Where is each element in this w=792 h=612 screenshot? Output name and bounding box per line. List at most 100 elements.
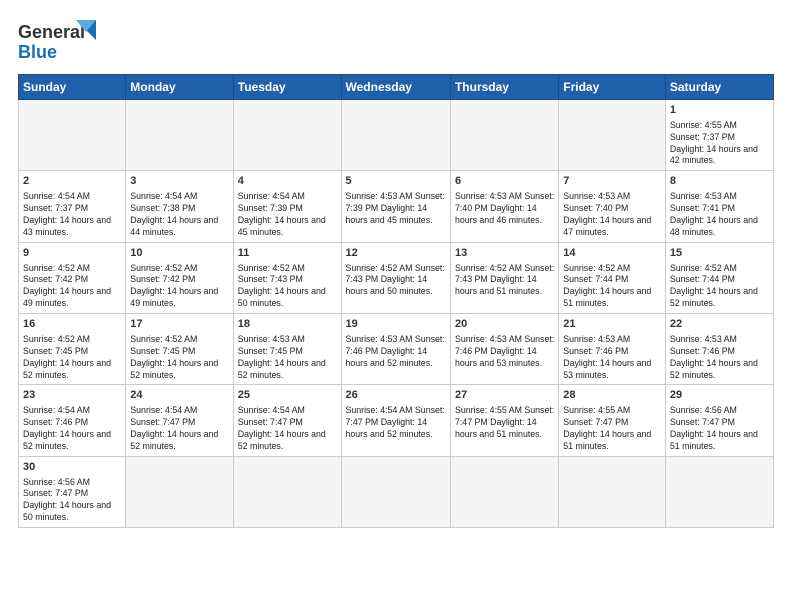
calendar-day-19: 19 Sunrise: 4:53 AM Sunset: 7:46 PM Dayli… xyxy=(341,314,450,385)
calendar-day-24: 24 Sunrise: 4:54 AM Sunset: 7:47 PM Dayli… xyxy=(126,385,233,456)
calendar-week-row: 23 Sunrise: 4:54 AM Sunset: 7:46 PM Dayli… xyxy=(19,385,774,456)
day-info: Sunrise: 4:52 AM Sunset: 7:42 PM Dayligh… xyxy=(130,263,228,311)
day-info: Sunrise: 4:52 AM Sunset: 7:45 PM Dayligh… xyxy=(130,334,228,382)
day-number: 9 xyxy=(23,246,121,261)
day-info: Sunrise: 4:54 AM Sunset: 7:39 PM Dayligh… xyxy=(238,191,337,239)
day-number: 16 xyxy=(23,317,121,332)
calendar-day-9: 9 Sunrise: 4:52 AM Sunset: 7:42 PM Daylig… xyxy=(19,242,126,313)
weekday-header-saturday: Saturday xyxy=(665,75,773,100)
day-number: 1 xyxy=(670,103,769,118)
calendar-week-row: 9 Sunrise: 4:52 AM Sunset: 7:42 PM Daylig… xyxy=(19,242,774,313)
day-number: 12 xyxy=(346,246,446,261)
day-info: Sunrise: 4:52 AM Sunset: 7:43 PM Dayligh… xyxy=(238,263,337,311)
day-info: Sunrise: 4:56 AM Sunset: 7:47 PM Dayligh… xyxy=(670,405,769,453)
day-info: Sunrise: 4:55 AM Sunset: 7:47 PM Dayligh… xyxy=(455,405,554,441)
calendar-day-8: 8Sunrise: 4:53 AM Sunset: 7:41 PM Daylig… xyxy=(665,171,773,242)
day-info: Sunrise: 4:53 AM Sunset: 7:41 PM Dayligh… xyxy=(670,191,769,239)
day-number: 15 xyxy=(670,246,769,261)
day-number: 2 xyxy=(23,174,121,189)
calendar-day-empty xyxy=(126,456,233,527)
calendar-day-1: 1 Sunrise: 4:55 AM Sunset: 7:37 PM Daylig… xyxy=(665,100,773,171)
day-number: 29 xyxy=(670,388,769,403)
day-number: 28 xyxy=(563,388,661,403)
day-number: 24 xyxy=(130,388,228,403)
calendar-day-4: 4 Sunrise: 4:54 AM Sunset: 7:39 PM Daylig… xyxy=(233,171,341,242)
calendar-day-17: 17 Sunrise: 4:52 AM Sunset: 7:45 PM Dayli… xyxy=(126,314,233,385)
day-info: Sunrise: 4:54 AM Sunset: 7:47 PM Dayligh… xyxy=(346,405,446,441)
day-number: 20 xyxy=(455,317,554,332)
calendar-day-13: 13Sunrise: 4:52 AM Sunset: 7:43 PM Dayli… xyxy=(450,242,558,313)
weekday-header-friday: Friday xyxy=(559,75,666,100)
calendar-day-empty xyxy=(450,456,558,527)
calendar-day-empty xyxy=(126,100,233,171)
calendar-week-row: 16 Sunrise: 4:52 AM Sunset: 7:45 PM Dayli… xyxy=(19,314,774,385)
calendar-day-empty xyxy=(450,100,558,171)
day-info: Sunrise: 4:54 AM Sunset: 7:46 PM Dayligh… xyxy=(23,405,121,453)
day-info: Sunrise: 4:54 AM Sunset: 7:47 PM Dayligh… xyxy=(130,405,228,453)
calendar-day-empty xyxy=(341,456,450,527)
day-info: Sunrise: 4:56 AM Sunset: 7:47 PM Dayligh… xyxy=(23,477,121,525)
weekday-header-row: SundayMondayTuesdayWednesdayThursdayFrid… xyxy=(19,75,774,100)
day-info: Sunrise: 4:53 AM Sunset: 7:46 PM Dayligh… xyxy=(455,334,554,370)
calendar-day-empty xyxy=(559,456,666,527)
calendar-day-5: 5Sunrise: 4:53 AM Sunset: 7:39 PM Daylig… xyxy=(341,171,450,242)
page: GeneralBlue SundayMondayTuesdayWednesday… xyxy=(0,0,792,612)
svg-text:General: General xyxy=(18,22,85,42)
calendar-day-empty xyxy=(665,456,773,527)
day-info: Sunrise: 4:53 AM Sunset: 7:40 PM Dayligh… xyxy=(455,191,554,227)
day-info: Sunrise: 4:55 AM Sunset: 7:47 PM Dayligh… xyxy=(563,405,661,453)
day-number: 19 xyxy=(346,317,446,332)
calendar-week-row: 1 Sunrise: 4:55 AM Sunset: 7:37 PM Daylig… xyxy=(19,100,774,171)
day-info: Sunrise: 4:53 AM Sunset: 7:46 PM Dayligh… xyxy=(346,334,446,370)
weekday-header-wednesday: Wednesday xyxy=(341,75,450,100)
day-number: 23 xyxy=(23,388,121,403)
day-info: Sunrise: 4:54 AM Sunset: 7:47 PM Dayligh… xyxy=(238,405,337,453)
calendar-day-empty xyxy=(233,456,341,527)
calendar-week-row: 30Sunrise: 4:56 AM Sunset: 7:47 PM Dayli… xyxy=(19,456,774,527)
calendar-day-6: 6 Sunrise: 4:53 AM Sunset: 7:40 PM Daylig… xyxy=(450,171,558,242)
day-number: 18 xyxy=(238,317,337,332)
day-info: Sunrise: 4:52 AM Sunset: 7:42 PM Dayligh… xyxy=(23,263,121,311)
weekday-header-monday: Monday xyxy=(126,75,233,100)
day-info: Sunrise: 4:52 AM Sunset: 7:43 PM Dayligh… xyxy=(455,263,554,299)
calendar-day-11: 11Sunrise: 4:52 AM Sunset: 7:43 PM Dayli… xyxy=(233,242,341,313)
calendar-day-20: 20 Sunrise: 4:53 AM Sunset: 7:46 PM Dayli… xyxy=(450,314,558,385)
header: GeneralBlue xyxy=(18,18,774,62)
day-info: Sunrise: 4:54 AM Sunset: 7:38 PM Dayligh… xyxy=(130,191,228,239)
calendar-day-empty xyxy=(559,100,666,171)
calendar-table: SundayMondayTuesdayWednesdayThursdayFrid… xyxy=(18,74,774,528)
logo: GeneralBlue xyxy=(18,18,98,62)
calendar-day-28: 28 Sunrise: 4:55 AM Sunset: 7:47 PM Dayli… xyxy=(559,385,666,456)
day-number: 6 xyxy=(455,174,554,189)
day-info: Sunrise: 4:53 AM Sunset: 7:40 PM Dayligh… xyxy=(563,191,661,239)
day-number: 7 xyxy=(563,174,661,189)
day-number: 10 xyxy=(130,246,228,261)
calendar-day-25: 25Sunrise: 4:54 AM Sunset: 7:47 PM Dayli… xyxy=(233,385,341,456)
calendar-day-18: 18 Sunrise: 4:53 AM Sunset: 7:45 PM Dayli… xyxy=(233,314,341,385)
calendar-day-empty xyxy=(233,100,341,171)
day-info: Sunrise: 4:53 AM Sunset: 7:45 PM Dayligh… xyxy=(238,334,337,382)
calendar-day-2: 2 Sunrise: 4:54 AM Sunset: 7:37 PM Daylig… xyxy=(19,171,126,242)
day-number: 22 xyxy=(670,317,769,332)
day-number: 17 xyxy=(130,317,228,332)
day-info: Sunrise: 4:52 AM Sunset: 7:45 PM Dayligh… xyxy=(23,334,121,382)
calendar-day-empty xyxy=(19,100,126,171)
calendar-day-10: 10 Sunrise: 4:52 AM Sunset: 7:42 PM Dayli… xyxy=(126,242,233,313)
calendar-day-3: 3 Sunrise: 4:54 AM Sunset: 7:38 PM Daylig… xyxy=(126,171,233,242)
day-number: 4 xyxy=(238,174,337,189)
day-number: 3 xyxy=(130,174,228,189)
calendar-day-empty xyxy=(341,100,450,171)
day-number: 26 xyxy=(346,388,446,403)
day-info: Sunrise: 4:55 AM Sunset: 7:37 PM Dayligh… xyxy=(670,120,769,168)
day-number: 21 xyxy=(563,317,661,332)
day-number: 27 xyxy=(455,388,554,403)
calendar-day-7: 7 Sunrise: 4:53 AM Sunset: 7:40 PM Daylig… xyxy=(559,171,666,242)
svg-text:Blue: Blue xyxy=(18,42,57,62)
day-info: Sunrise: 4:52 AM Sunset: 7:44 PM Dayligh… xyxy=(670,263,769,311)
calendar-day-23: 23 Sunrise: 4:54 AM Sunset: 7:46 PM Dayli… xyxy=(19,385,126,456)
day-number: 14 xyxy=(563,246,661,261)
day-number: 5 xyxy=(346,174,446,189)
day-info: Sunrise: 4:54 AM Sunset: 7:37 PM Dayligh… xyxy=(23,191,121,239)
day-info: Sunrise: 4:52 AM Sunset: 7:43 PM Dayligh… xyxy=(346,263,446,299)
calendar-day-14: 14Sunrise: 4:52 AM Sunset: 7:44 PM Dayli… xyxy=(559,242,666,313)
